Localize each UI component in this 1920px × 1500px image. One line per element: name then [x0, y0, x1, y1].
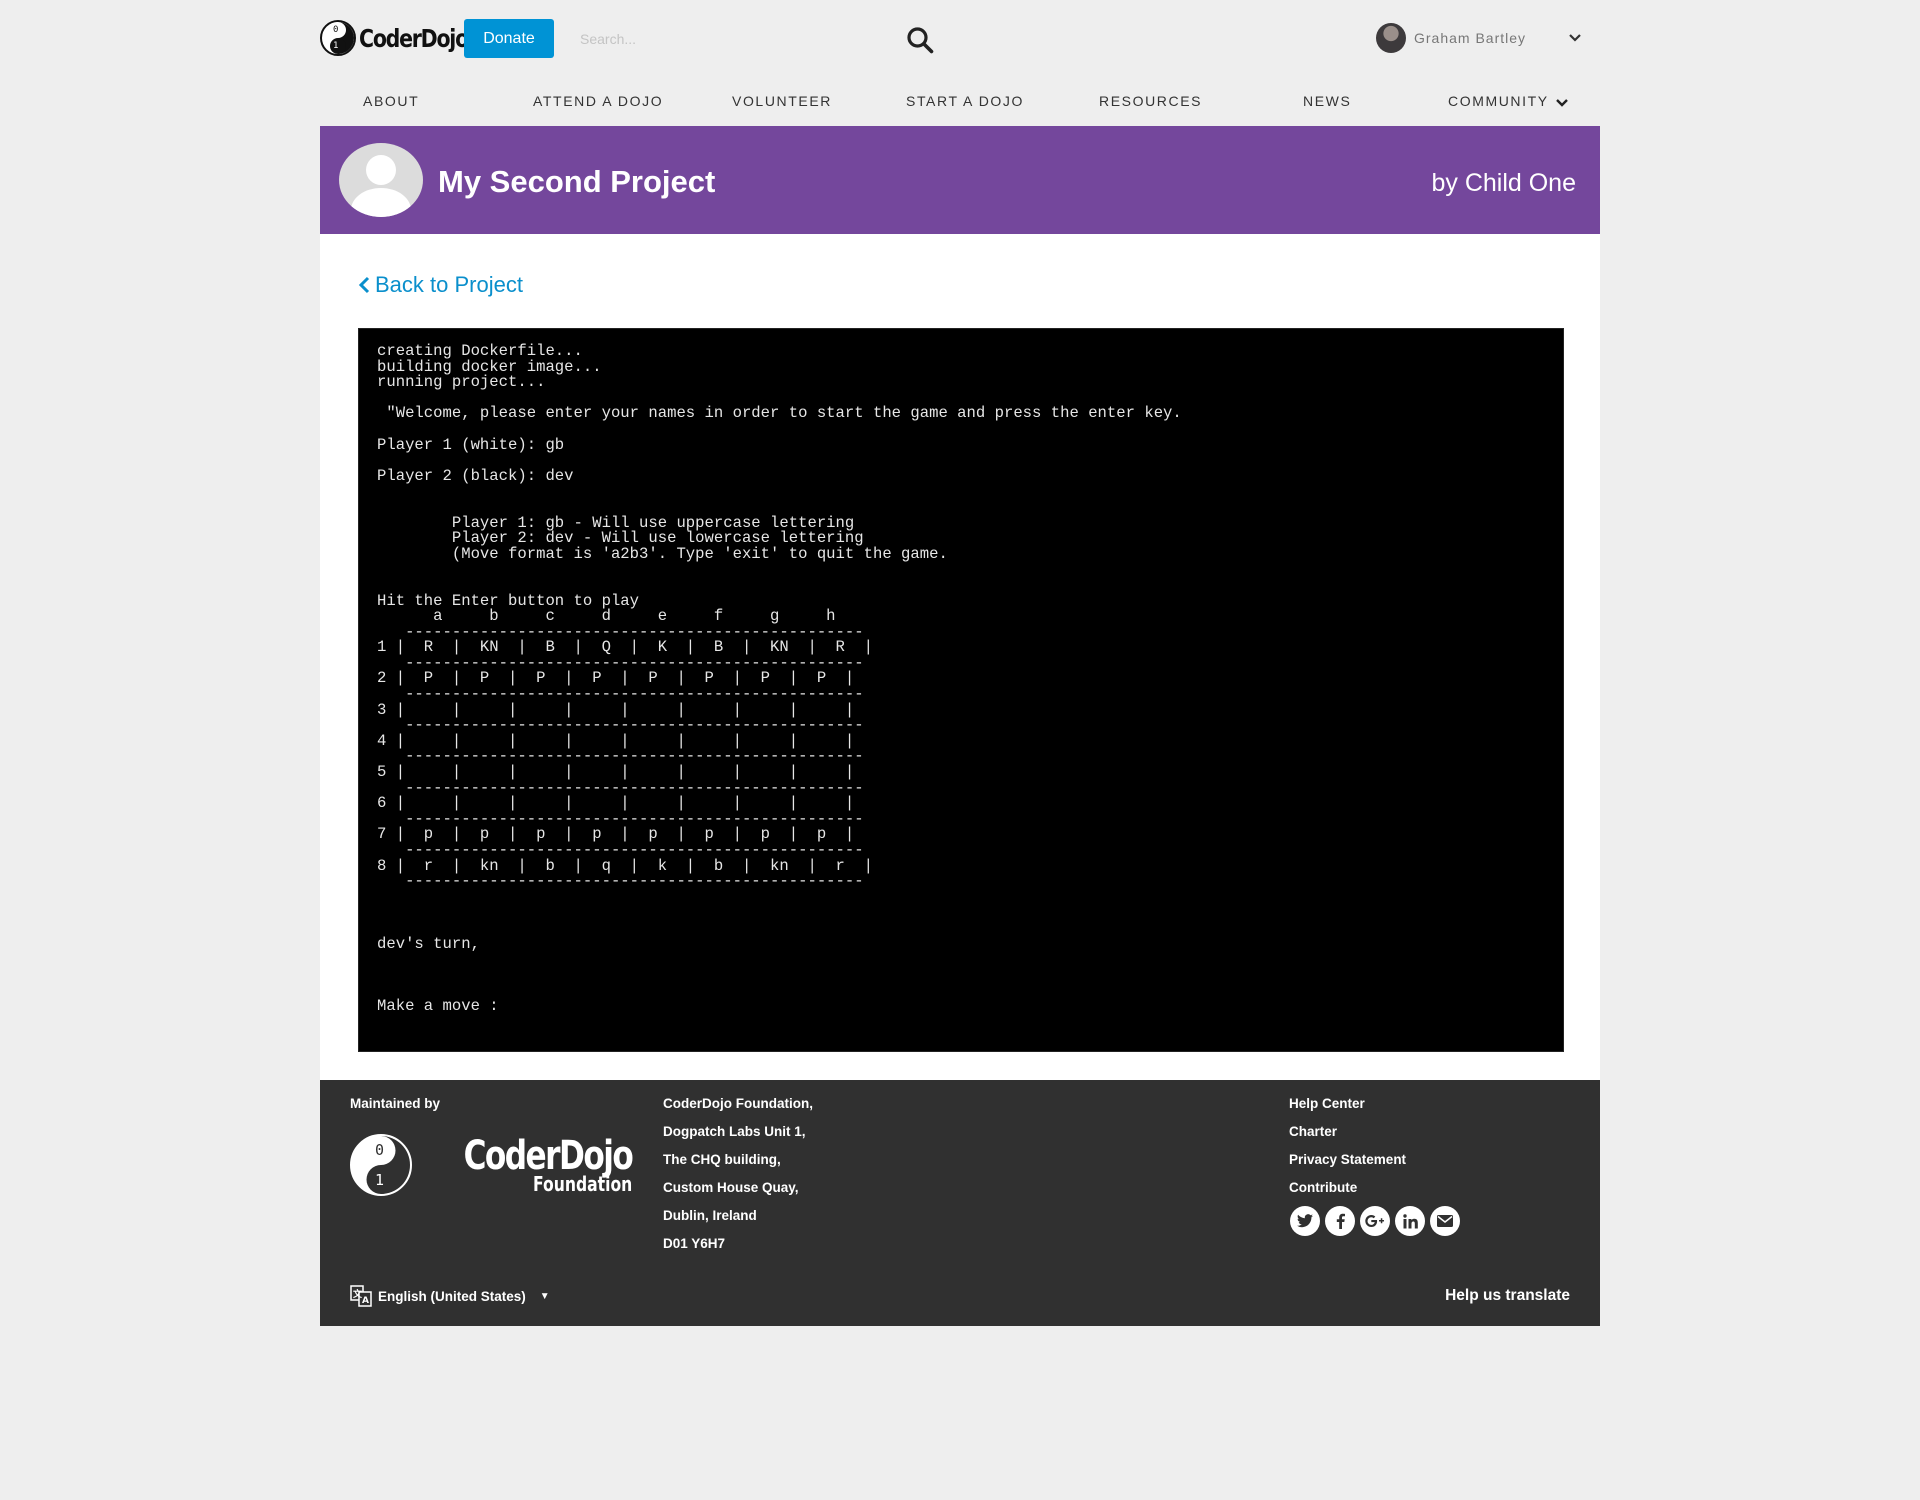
maintained-by-label: Maintained by	[350, 1096, 441, 1111]
social-links	[1290, 1206, 1465, 1236]
yin-yang-logo-icon: 01	[350, 1134, 412, 1196]
caret-down-icon: ▼	[539, 1290, 550, 1302]
address-line: Dublin, Ireland	[663, 1208, 757, 1223]
language-selector[interactable]: 文 A English (United States) ▼	[350, 1283, 550, 1309]
address-line: The CHQ building,	[663, 1152, 781, 1167]
chevron-down-icon[interactable]	[1567, 30, 1583, 46]
chevron-down-icon[interactable]	[1555, 96, 1569, 110]
logo-text: CoderDojo	[359, 23, 469, 53]
twitter-icon[interactable]	[1290, 1206, 1320, 1236]
foundation-address: CoderDojo Foundation, Dogpatch Labs Unit…	[663, 1096, 813, 1264]
search-icon[interactable]	[906, 26, 934, 54]
donate-button[interactable]: Donate	[464, 19, 554, 58]
address-line: Custom House Quay,	[663, 1180, 799, 1195]
privacy-statement-link[interactable]: Privacy Statement	[1289, 1152, 1406, 1180]
nav-start-a-dojo[interactable]: START A DOJO	[906, 93, 1024, 109]
chevron-left-icon	[358, 276, 370, 294]
translate-icon: 文 A	[350, 1285, 372, 1307]
author-avatar	[339, 143, 423, 217]
foundation-logo-line2: Foundation	[532, 1172, 633, 1196]
coderdojo-foundation-logo[interactable]: 01 CoderDojo Foundation	[350, 1133, 634, 1196]
foundation-logo-line1: CoderDojo	[463, 1133, 634, 1179]
language-label: English (United States)	[378, 1288, 526, 1304]
user-menu[interactable]: Graham Bartley	[1376, 23, 1526, 53]
address-line: D01 Y6H7	[663, 1236, 726, 1251]
project-author: by Child One	[1431, 169, 1576, 197]
charter-link[interactable]: Charter	[1289, 1124, 1406, 1152]
help-us-translate-link[interactable]: Help us translate	[1445, 1287, 1570, 1305]
main-content: Back to Project creating Dockerfile... b…	[320, 234, 1600, 1080]
nav-attend-a-dojo[interactable]: ATTEND A DOJO	[533, 93, 663, 109]
nav-resources[interactable]: RESOURCES	[1099, 93, 1202, 109]
terminal-console[interactable]: creating Dockerfile... building docker i…	[358, 328, 1564, 1052]
nav-community[interactable]: COMMUNITY	[1448, 93, 1549, 109]
yin-yang-logo-icon: 01	[320, 20, 356, 56]
back-to-project-link[interactable]: Back to Project	[358, 272, 523, 298]
main-nav: ABOUT ATTEND A DOJO VOLUNTEER START A DO…	[320, 78, 1600, 126]
svg-text:A: A	[362, 1296, 369, 1306]
back-link-label: Back to Project	[375, 272, 523, 297]
google-plus-icon[interactable]	[1360, 1206, 1390, 1236]
address-line: Dogpatch Labs Unit 1,	[663, 1124, 806, 1139]
linkedin-icon[interactable]	[1395, 1206, 1425, 1236]
project-banner: My Second Project by Child One	[320, 126, 1600, 234]
footer-links: Help Center Charter Privacy Statement Co…	[1289, 1096, 1406, 1208]
site-footer: Maintained by 01 CoderDojo Foundation Co…	[320, 1080, 1600, 1326]
search-input[interactable]	[580, 24, 880, 54]
nav-news[interactable]: NEWS	[1303, 93, 1351, 109]
user-avatar	[1376, 23, 1406, 53]
address-line: CoderDojo Foundation,	[663, 1096, 813, 1111]
user-name: Graham Bartley	[1414, 30, 1527, 46]
email-icon[interactable]	[1430, 1206, 1460, 1236]
terminal-output: creating Dockerfile... building docker i…	[377, 342, 1182, 1015]
contribute-link[interactable]: Contribute	[1289, 1180, 1406, 1208]
help-center-link[interactable]: Help Center	[1289, 1096, 1406, 1124]
site-header: 01 CoderDojo Donate Graham Bartley	[320, 0, 1600, 78]
nav-volunteer[interactable]: VOLUNTEER	[732, 93, 832, 109]
facebook-icon[interactable]	[1325, 1206, 1355, 1236]
nav-about[interactable]: ABOUT	[363, 93, 419, 109]
project-title: My Second Project	[438, 164, 716, 199]
